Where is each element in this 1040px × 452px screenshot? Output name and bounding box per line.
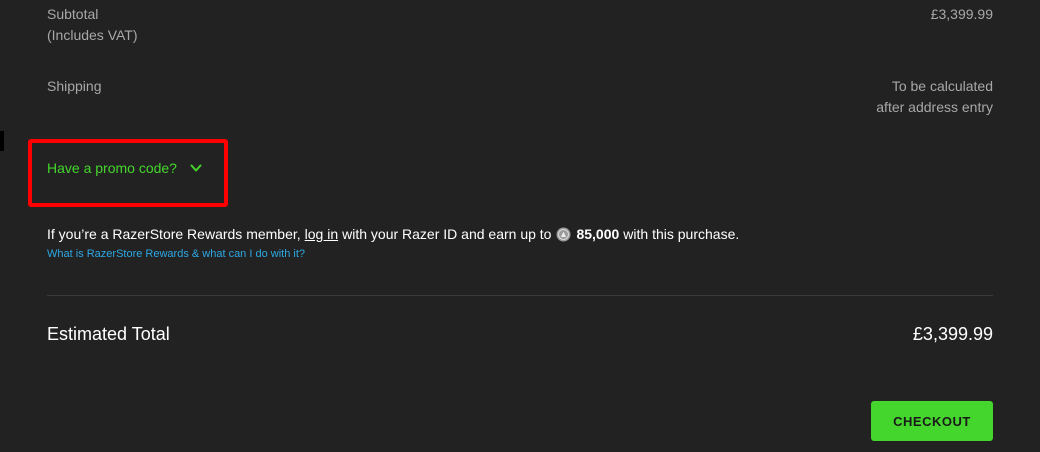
checkout-button[interactable]: CHECKOUT [871,401,993,441]
subtotal-vat-note: (Includes VAT) [47,27,138,43]
subtotal-value: £3,399.99 [930,6,993,22]
subtotal-row: Subtotal (Includes VAT) £3,399.99 [47,4,993,46]
estimated-total-value: £3,399.99 [912,324,993,344]
razer-silver-coin-icon [556,227,571,242]
edge-marker [0,131,4,151]
chevron-down-icon [189,161,203,175]
shipping-value-line2: after address entry [876,99,993,115]
promo-code-toggle[interactable]: Have a promo code? [47,160,203,176]
rewards-text-middle: with your Razer ID and earn up to [342,226,552,242]
rewards-message: If you’re a RazerStore Rewards member, l… [47,226,739,242]
login-link[interactable]: log in [305,226,338,242]
promo-code-label: Have a promo code? [47,160,177,176]
rewards-info-link[interactable]: What is RazerStore Rewards & what can I … [47,248,305,260]
subtotal-label-group: Subtotal (Includes VAT) [47,4,138,46]
shipping-label: Shipping [47,78,102,94]
estimated-total-label: Estimated Total [47,324,170,344]
divider [47,295,993,296]
rewards-text-after: with this purchase. [623,226,740,242]
shipping-row: Shipping To be calculated after address … [47,76,993,118]
shipping-value: To be calculated after address entry [876,76,993,118]
estimated-total-row: Estimated Total £3,399.99 [47,322,993,346]
rewards-points: 85,000 [576,226,620,242]
shipping-value-line1: To be calculated [891,78,993,94]
subtotal-label: Subtotal [47,6,99,22]
rewards-text-before: If you’re a RazerStore Rewards member, [47,226,301,242]
